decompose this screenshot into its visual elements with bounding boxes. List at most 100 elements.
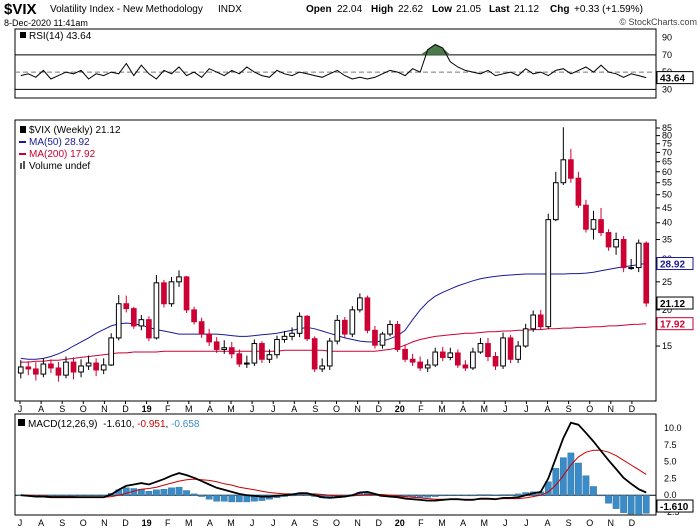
price-xlabel-19: F — [418, 404, 424, 414]
candle-body-51 — [402, 348, 408, 360]
macd-xlabel-9: A — [207, 518, 213, 528]
macd-hist-bar-23 — [190, 493, 198, 496]
candle-body-56 — [439, 351, 446, 358]
macd-xlabel-12: J — [271, 518, 276, 528]
rsi-last-flag: 43.64 — [660, 74, 685, 85]
macd-hist-bar-9 — [85, 495, 92, 497]
macd-legend-prefix: MACD(12,26,9) — [28, 419, 97, 430]
candle-body-32 — [259, 343, 265, 360]
macd-hist-bar-18 — [153, 489, 160, 496]
candle-body-34 — [274, 339, 280, 356]
ma50-line — [20, 263, 647, 360]
price-xlabel-12: J — [271, 404, 276, 414]
candle-body-11 — [100, 364, 107, 371]
candle-body-50 — [394, 324, 401, 350]
macd-legend-hist: -0.658 — [171, 419, 200, 430]
macd-hist-bar-21 — [175, 486, 183, 496]
macd-xlabel-4: N — [101, 518, 108, 528]
watermark: © StockCharts.com — [619, 17, 697, 27]
candle-body-36 — [289, 332, 295, 337]
price-xlabel-24: J — [524, 404, 529, 414]
macd-hist-bar-20 — [168, 487, 175, 496]
macd-xlabel-21: A — [460, 518, 466, 528]
macd-hist-bar-26 — [213, 495, 221, 502]
macd-layer: -2.50.02.55.07.510.0JASOND19FMAMJJASOND2… — [15, 421, 694, 528]
candle-body-74 — [575, 177, 582, 206]
high-value: 22.62 — [398, 4, 423, 15]
candle-body-19 — [161, 282, 167, 305]
candle-body-78 — [605, 232, 612, 248]
last-label: Last — [489, 4, 510, 15]
macd-legend-signal: -0.951 — [137, 419, 166, 430]
macd-hist-bar-65 — [507, 494, 514, 496]
price-tick-55: 55 — [662, 178, 672, 188]
price-tick-35: 35 — [662, 235, 672, 245]
macd-hist-bar-55 — [431, 495, 439, 497]
macd-xlabel-16: N — [354, 518, 361, 528]
macd-xlabel-10: M — [227, 518, 235, 528]
low-value: 21.05 — [456, 4, 481, 15]
macd-hist-bar-37 — [296, 494, 303, 496]
ma200-last-flag: 17.92 — [660, 320, 685, 331]
candle-body-39 — [311, 338, 318, 370]
macd-tick-0.0: 0.0 — [664, 490, 677, 500]
price-legend: $VIX (Weekly) 21.12 MA(50) 28.92 MA(200)… — [19, 125, 121, 172]
macd-xlabel-27: O — [586, 518, 593, 528]
candle-body-52 — [409, 358, 416, 363]
macd-xlabel-17: D — [375, 518, 382, 528]
rsi-tick-70: 70 — [662, 50, 672, 60]
legend-ma200-label: MA(200) 17.92 — [29, 149, 96, 160]
candle-body-14 — [123, 303, 130, 310]
macd-tick-5.0: 5.0 — [664, 457, 677, 467]
chg-label: Chg — [550, 4, 569, 15]
macd-hist-bar-10 — [92, 495, 100, 497]
price-xlabel-5: D — [122, 404, 129, 414]
price-xlabel-2: S — [59, 404, 65, 414]
candle-body-7 — [70, 361, 77, 373]
candle-body-0 — [17, 366, 24, 374]
open-value: 22.04 — [337, 4, 362, 15]
macd-hist-bar-8 — [77, 495, 85, 497]
candle-body-59 — [462, 364, 469, 369]
price-xlabel-20: M — [438, 404, 446, 414]
candle-body-35 — [281, 335, 288, 341]
candle-body-62 — [485, 343, 491, 358]
macd-hist-bar-6 — [62, 495, 70, 497]
macd-hist-bar-28 — [228, 495, 236, 503]
price-tick-65: 65 — [662, 157, 672, 167]
price-xlabel-1: A — [38, 404, 44, 414]
price-xlabel-7: F — [165, 404, 171, 414]
price-xlabel-0: J — [18, 404, 23, 414]
price-layer: 152025303540455055606570758085JASOND19FM… — [17, 123, 694, 414]
candle-body-58 — [455, 352, 461, 366]
legend-volume-label: Volume undef — [29, 161, 90, 172]
chg-value: +0.33 (+1.59%) — [574, 4, 643, 15]
macd-xlabel-14: S — [312, 518, 318, 528]
macd-xlabel-5: D — [122, 518, 129, 528]
macd-tick-7.5: 7.5 — [664, 440, 677, 450]
price-xlabel-11: J — [250, 404, 255, 414]
candle-body-9 — [85, 362, 92, 367]
macd-xlabel-8: M — [185, 518, 193, 528]
macd-hist-bar-53 — [416, 495, 424, 498]
candle-body-25 — [206, 333, 212, 343]
macd-xlabel-20: M — [438, 518, 446, 528]
macd-xlabel-7: F — [165, 518, 171, 528]
rsi-legend: RSI(14) 43.64 — [20, 31, 92, 42]
macd-hist-bar-63 — [492, 495, 499, 497]
candle-body-41 — [326, 340, 333, 367]
candle-body-21 — [176, 276, 182, 283]
last-value: 21.12 — [514, 4, 539, 15]
price-xlabel-28: N — [608, 404, 615, 414]
candle-body-63 — [492, 356, 499, 367]
candle-body-16 — [138, 319, 145, 327]
price-xlabel-26: S — [566, 404, 572, 414]
candle-body-69 — [537, 314, 544, 328]
price-xlabel-22: M — [480, 404, 488, 414]
price-xlabel-21: A — [460, 404, 466, 414]
stock-chart: $VIX Volatility Index - New Methodology … — [4, 1, 697, 528]
candle-body-80 — [620, 239, 627, 269]
price-xlabel-16: N — [354, 404, 361, 414]
macd-hist-bar-73 — [567, 452, 575, 496]
candle-body-43 — [341, 319, 348, 335]
